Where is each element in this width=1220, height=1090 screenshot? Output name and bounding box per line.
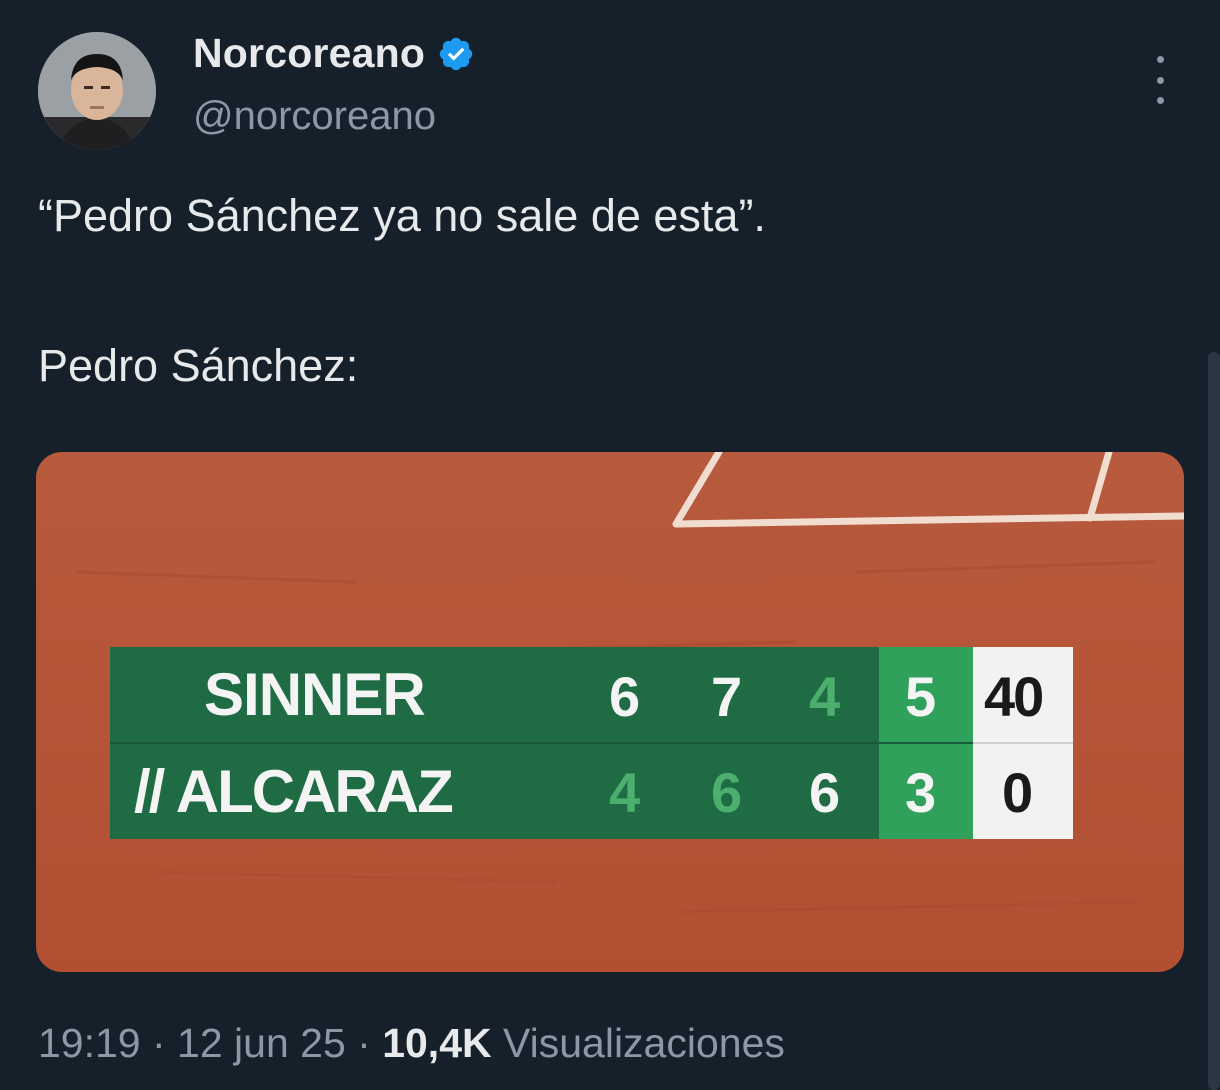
tweet-date[interactable]: 12 jun 25	[177, 1020, 346, 1066]
avatar[interactable]	[38, 32, 156, 150]
tweet-text-line-2: Pedro Sánchez:	[38, 340, 359, 391]
more-options-icon[interactable]	[1145, 56, 1175, 104]
tweet-text-line-1: “Pedro Sánchez ya no sale de esta”.	[38, 190, 766, 241]
scrollbar[interactable]	[1208, 352, 1220, 1090]
player-1-current-set: 5	[905, 665, 937, 728]
tweet-meta: 19:19 · 12 jun 25 · 10,4K Visualizacione…	[38, 1020, 785, 1067]
views-count[interactable]: 10,4K	[382, 1020, 491, 1066]
tweet-time[interactable]: 19:19	[38, 1020, 141, 1066]
verified-badge-icon	[439, 37, 473, 70]
dot	[1156, 56, 1164, 63]
views-label[interactable]: Visualizaciones	[492, 1020, 785, 1066]
player-2-set-2: 6	[711, 761, 743, 824]
player-1-set-1: 6	[609, 665, 641, 728]
player-1-set-3: 4	[809, 665, 841, 728]
dot	[1156, 76, 1164, 84]
player-2-set-1: 4	[609, 761, 641, 824]
player-1-set-2: 7	[711, 665, 743, 728]
player-1-points: 40	[984, 665, 1044, 728]
dot	[1156, 97, 1164, 104]
player-2-set-3: 6	[809, 761, 841, 824]
player-2-name: // ALCARAZ	[134, 758, 454, 825]
player-2-current-set: 3	[905, 761, 937, 824]
separator: ·	[345, 1020, 383, 1066]
profile-photo	[38, 32, 156, 150]
tweet-media-image[interactable]: SINNER 6 7 4 5 40 // ALCARAZ 4 6 6 3 0	[36, 452, 1184, 972]
author-name-row[interactable]: Norcoreano	[193, 30, 475, 77]
author-display-name[interactable]: Norcoreano	[193, 30, 425, 77]
separator: ·	[140, 1020, 178, 1066]
player-1-name: SINNER	[204, 661, 426, 728]
player-2-points: 0	[1002, 761, 1034, 824]
author-handle[interactable]: @norcoreano	[193, 94, 436, 139]
